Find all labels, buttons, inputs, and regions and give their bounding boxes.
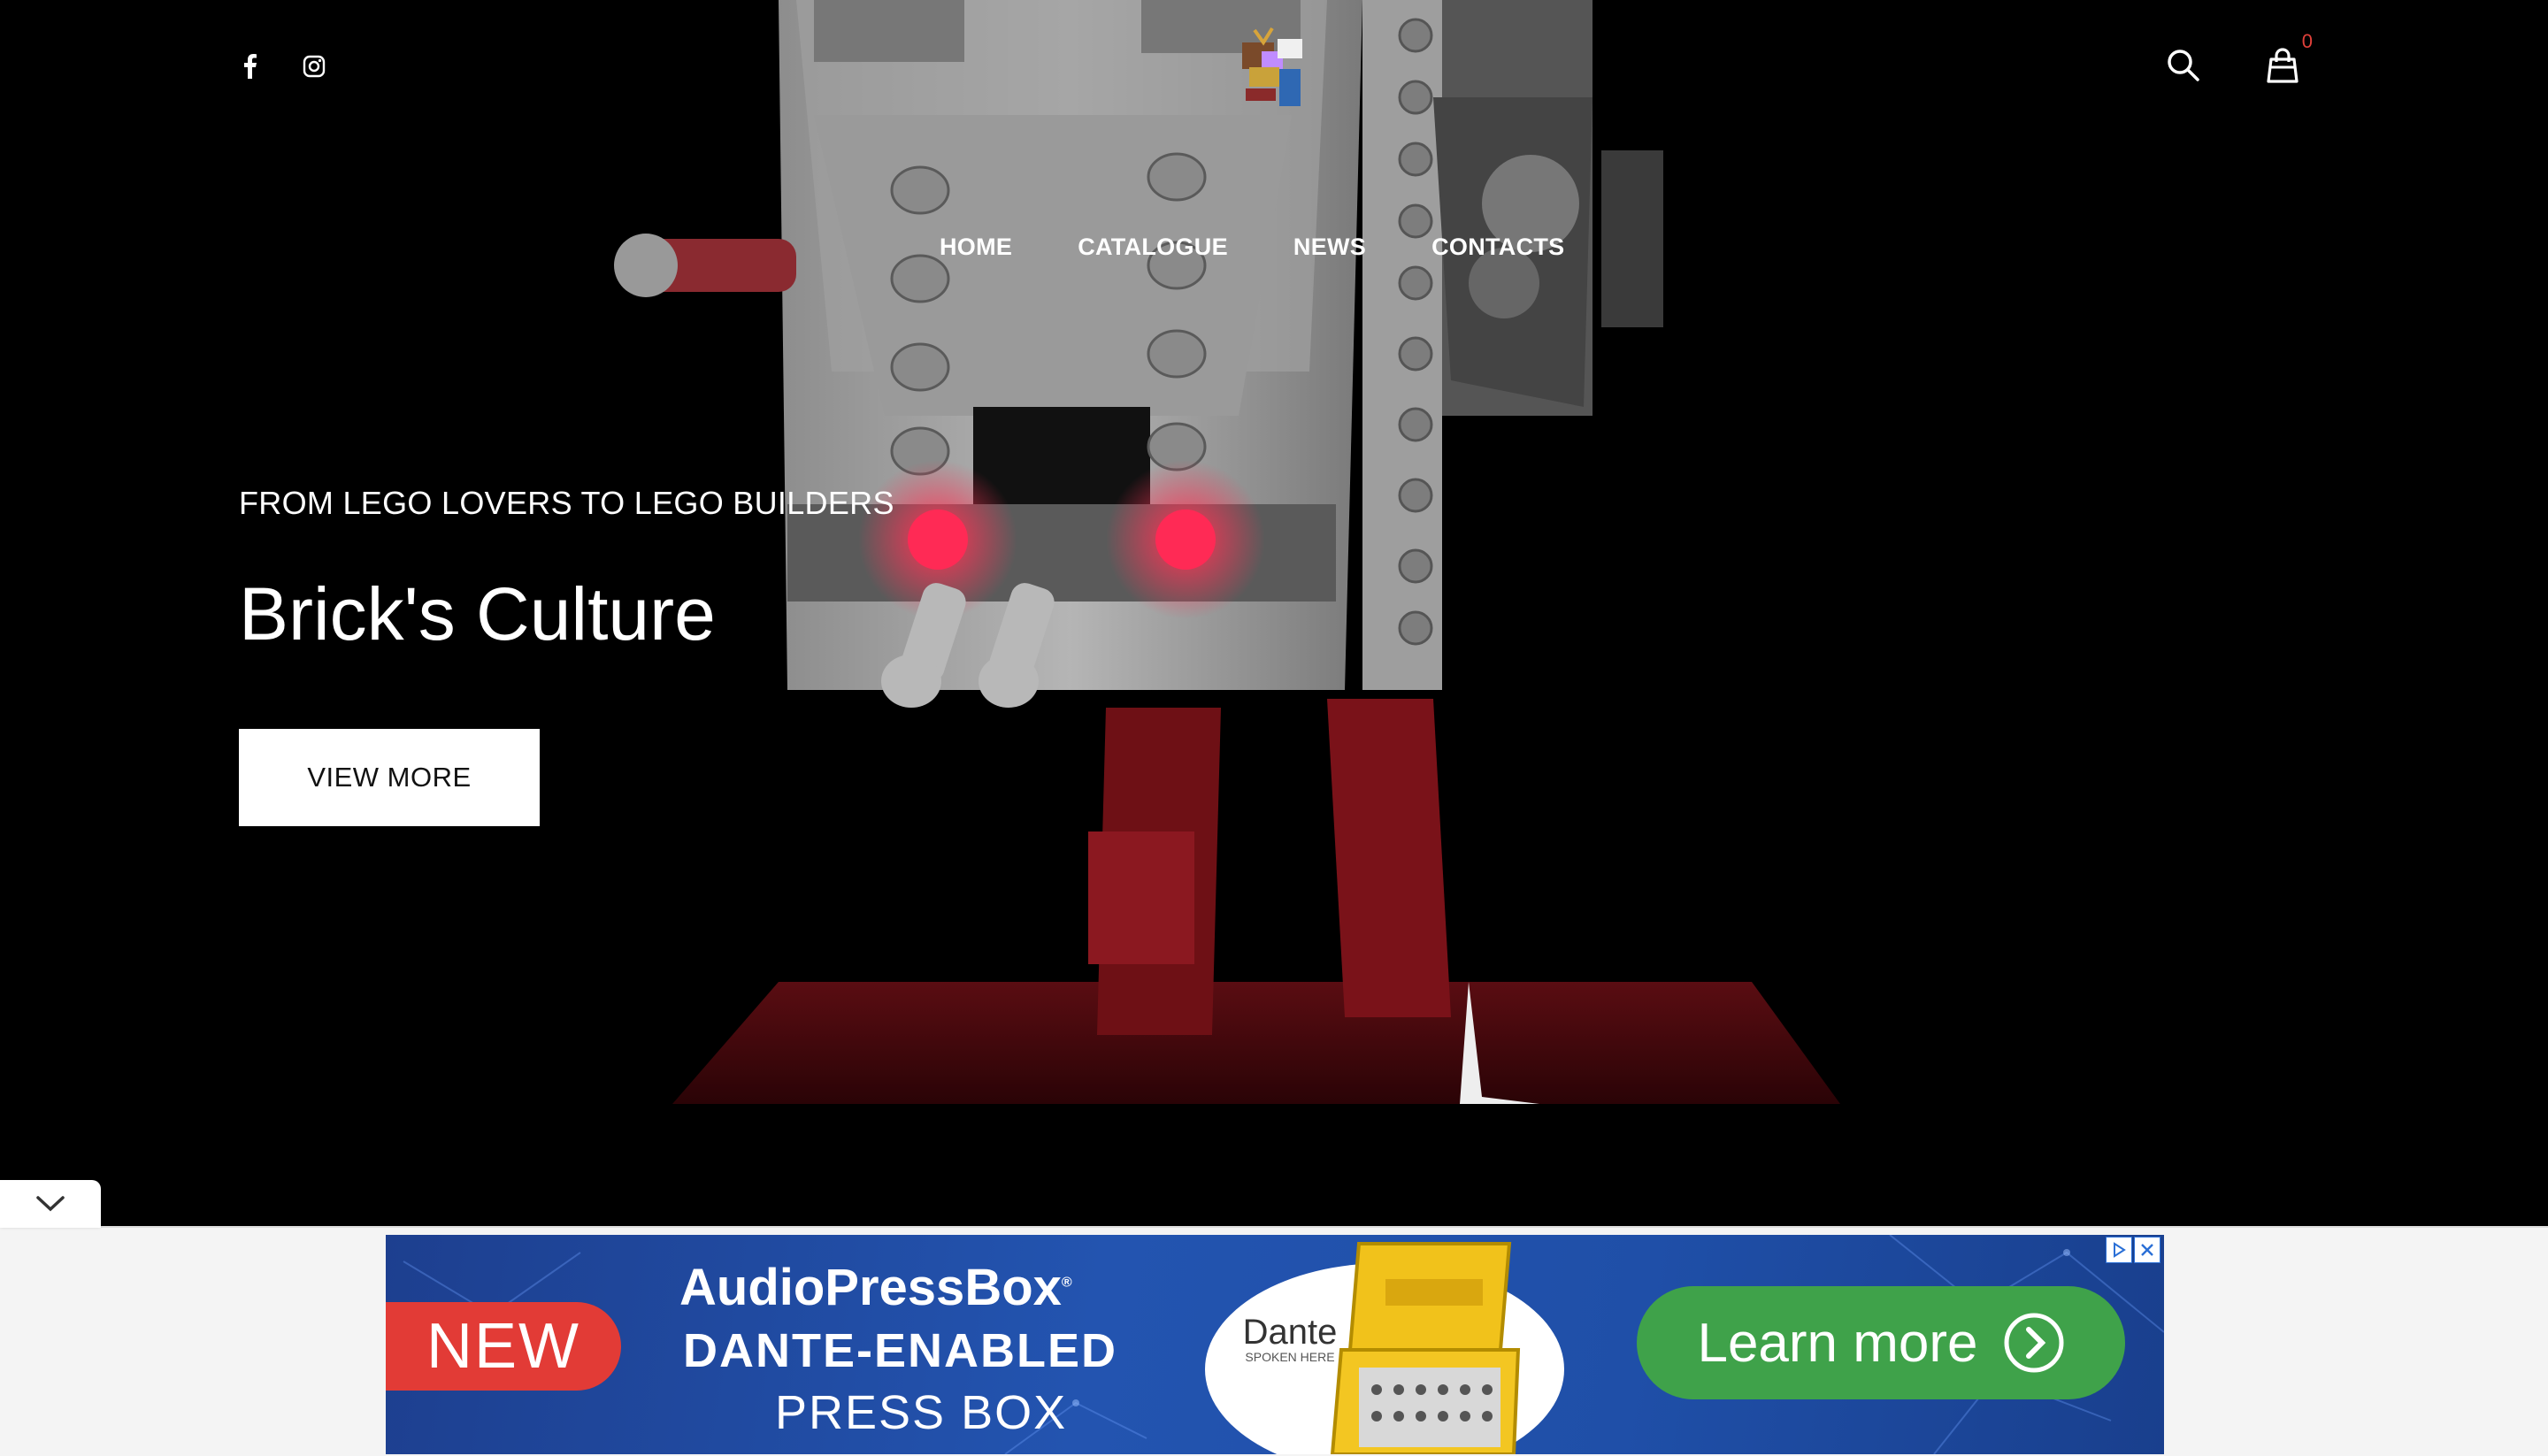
site-logo[interactable]: [1235, 25, 1313, 110]
arrow-circle-right-icon: [2004, 1313, 2064, 1373]
shopping-bag-icon: [2267, 48, 2299, 83]
hero-tagline: FROM LEGO LOVERS TO LEGO BUILDERS: [239, 485, 894, 521]
main-nav: HOME CATALOGUE NEWS CONTACTS: [940, 234, 1564, 261]
press-box-case-image: [1330, 1242, 1521, 1454]
ad-collapse-toggle[interactable]: [0, 1180, 101, 1228]
ad-banner[interactable]: NEW AudioPressBox® DANTE-ENABLED PRESS B…: [386, 1235, 2164, 1454]
nav-item-news[interactable]: NEWS: [1293, 234, 1366, 261]
ad-controls: [2106, 1237, 2160, 1263]
close-icon: [2141, 1244, 2153, 1256]
ad-brand-mark: ®: [1061, 1275, 1072, 1291]
chevron-down-icon: [36, 1196, 65, 1212]
nav-item-home[interactable]: HOME: [940, 234, 1012, 261]
view-more-button[interactable]: VIEW MORE: [239, 729, 540, 826]
cart-button[interactable]: 0: [2265, 30, 2313, 83]
ad-close-button[interactable]: [2134, 1237, 2160, 1263]
nav-item-contacts[interactable]: CONTACTS: [1431, 234, 1564, 261]
ad-learn-more-button[interactable]: Learn more: [1637, 1286, 2125, 1399]
hero-section: 0 HOME CATALOGUE NEWS CONTACTS FROM LEGO…: [0, 0, 2548, 1104]
ad-brand-name: AudioPressBox: [679, 1259, 1062, 1316]
ad-headline: DANTE-ENABLED: [683, 1324, 1117, 1377]
hero-lego-image: [614, 0, 1840, 1104]
ad-brand: AudioPressBox®: [679, 1258, 1072, 1317]
nav-item-catalogue[interactable]: CATALOGUE: [1078, 234, 1228, 261]
instagram-icon[interactable]: [303, 55, 326, 78]
social-links: [239, 54, 326, 79]
facebook-icon[interactable]: [239, 54, 262, 79]
header-actions: 0: [2166, 30, 2313, 83]
ad-choices-icon: [2114, 1242, 2126, 1258]
ad-new-badge: NEW: [386, 1302, 621, 1391]
ad-subline: PRESS BOX: [775, 1386, 1068, 1439]
ad-cta-label: Learn more: [1697, 1312, 1978, 1374]
search-icon[interactable]: [2166, 48, 2201, 83]
hero-title: Brick's Culture: [239, 572, 716, 655]
cart-count-badge: 0: [2301, 30, 2313, 52]
ad-info-button[interactable]: [2106, 1237, 2132, 1263]
